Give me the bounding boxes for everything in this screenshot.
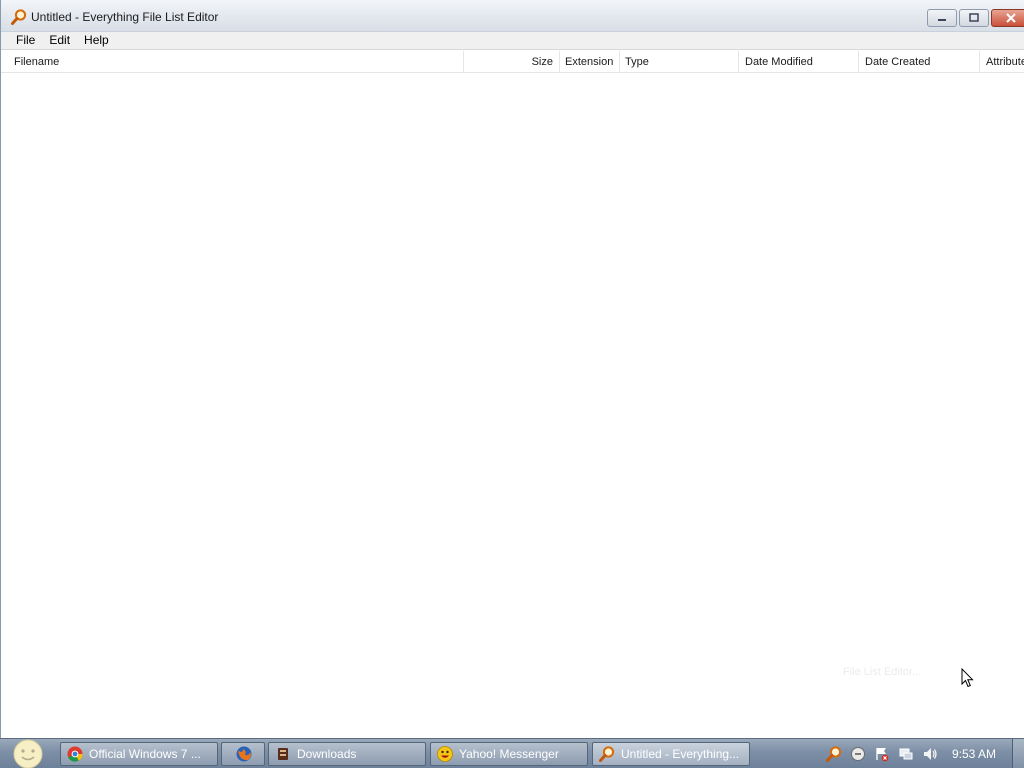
title-bar[interactable]: Untitled - Everything File List Editor: [1, 0, 1024, 32]
messenger-tray-icon[interactable]: [850, 746, 866, 762]
close-button[interactable]: [991, 9, 1024, 27]
fading-tooltip: File List Editor...: [843, 666, 922, 678]
taskbar-item-yahoo-messenger[interactable]: Yahoo! Messenger: [430, 742, 588, 766]
minimize-button[interactable]: [927, 9, 957, 27]
column-date-created[interactable]: Date Created: [859, 51, 980, 73]
column-headers: Filename Size Extension Type Date Modifi…: [1, 51, 1024, 73]
start-smiley-icon: [13, 739, 43, 768]
taskbar-item-label: Downloads: [297, 747, 357, 761]
volume-icon[interactable]: [922, 746, 938, 762]
taskbar-item-chrome[interactable]: Official Windows 7 ...: [60, 742, 218, 766]
clock[interactable]: 9:53 AM: [952, 747, 996, 761]
action-center-flag-icon[interactable]: [874, 746, 890, 762]
network-icon[interactable]: [898, 746, 914, 762]
menu-edit[interactable]: Edit: [42, 32, 77, 49]
downloads-icon: [278, 748, 288, 760]
minimize-icon: [938, 19, 946, 21]
column-attributes[interactable]: Attribute: [980, 51, 1024, 73]
yahoo-messenger-icon: [437, 746, 453, 762]
system-tray: 9:53 AM: [825, 739, 1024, 768]
taskbar-item-firefox[interactable]: [221, 742, 265, 766]
menu-file[interactable]: File: [9, 32, 42, 49]
everything-window: Untitled - Everything File List Editor F…: [0, 0, 1024, 738]
everything-tray-icon[interactable]: [825, 746, 842, 762]
menu-bar: File Edit Help: [1, 32, 1024, 50]
show-desktop-button[interactable]: [1012, 739, 1024, 768]
taskbar-item-everything[interactable]: Untitled - Everything...: [592, 742, 750, 766]
everything-magnifier-icon: [11, 9, 27, 25]
taskbar-item-label: Yahoo! Messenger: [459, 747, 559, 761]
firefox-icon: [236, 746, 252, 762]
taskbar-item-downloads[interactable]: Downloads: [268, 742, 426, 766]
column-size[interactable]: Size: [464, 51, 560, 73]
chrome-icon: [67, 746, 83, 762]
taskbar-item-label: Official Windows 7 ...: [89, 747, 201, 761]
everything-icon: [599, 746, 615, 762]
maximize-button[interactable]: [959, 9, 989, 27]
maximize-icon: [969, 13, 979, 22]
start-button[interactable]: [8, 739, 48, 768]
column-date-modified[interactable]: Date Modified: [739, 51, 859, 73]
column-filename[interactable]: Filename: [1, 51, 464, 73]
taskbar-item-label: Untitled - Everything...: [621, 747, 740, 761]
mouse-cursor-icon: [961, 668, 974, 688]
file-list[interactable]: [1, 73, 1024, 738]
close-icon: [1006, 13, 1016, 23]
menu-help[interactable]: Help: [77, 32, 116, 49]
window-title: Untitled - Everything File List Editor: [31, 10, 219, 24]
taskbar: Official Windows 7 ... Downloads Yahoo! …: [0, 738, 1024, 768]
column-extension[interactable]: Extension: [560, 51, 620, 73]
column-type[interactable]: Type: [620, 51, 739, 73]
